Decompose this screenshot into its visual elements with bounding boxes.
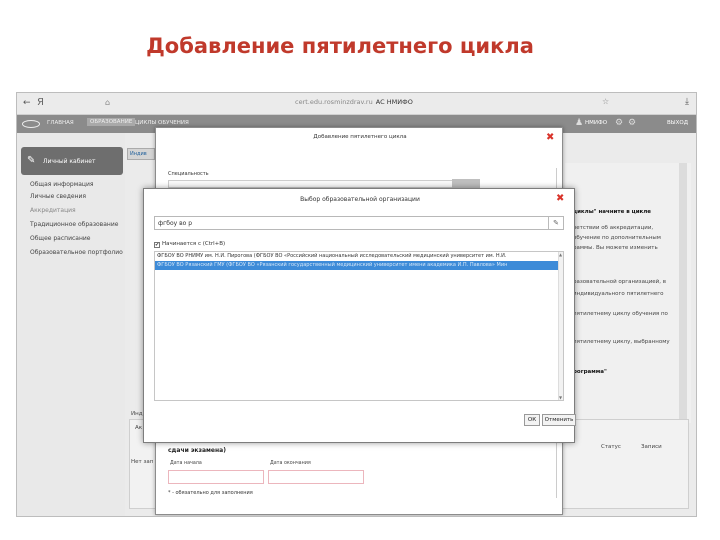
nav-item-main[interactable]: ГЛАВНАЯ (47, 120, 74, 126)
screenshot-frame: ← Я ⌂ cert.edu.rosminzdrav.ru АС НМИФО ☆ … (16, 92, 697, 517)
select-organization-dialog-title: Выбор образовательной организации (300, 196, 420, 203)
sidebar-header-label: Личный кабинет (43, 158, 96, 165)
info-line: раммы. Вы можете изменить (573, 245, 658, 251)
starts-with-label: Начинается с (Ctrl+B) (162, 241, 226, 247)
list-item-selected[interactable]: ФГБОУ ВО Рязанский ГМУ (ФГБОУ ВО «Рязанс… (155, 261, 563, 270)
help-icon[interactable]: ⚙ (628, 118, 636, 128)
info-line: индивидуального пятилетнего (573, 291, 664, 297)
info-line: пятилетнему циклу, выбранному (573, 339, 670, 345)
close-icon[interactable]: ✖ (556, 193, 564, 204)
organization-search-input[interactable] (154, 216, 564, 230)
date-end-field[interactable] (268, 470, 364, 484)
select-organization-dialog: Выбор образовательной организации ✖ ✎ ✔Н… (143, 188, 576, 443)
scroll-down-icon[interactable]: ▼ (559, 395, 562, 400)
bookmark-icon[interactable]: ☆ (602, 97, 609, 106)
back-arrow-icon[interactable]: ← (23, 98, 31, 108)
info-line: циклы" начните в цикле (573, 209, 652, 215)
sidebar (17, 133, 125, 516)
checkbox-checked-icon: ✔ (154, 242, 160, 248)
download-icon[interactable]: ⤓ (685, 97, 689, 107)
grid-column-status: Статус (601, 444, 621, 450)
grid-label: Ак (135, 425, 143, 431)
address-title: АС НМИФО (375, 98, 413, 106)
sidebar-header[interactable]: ✎ Личный кабинет (21, 147, 123, 175)
edit-icon[interactable]: ✎ (548, 217, 563, 229)
cancel-button[interactable]: Отменить (542, 414, 576, 426)
list-scrollbar[interactable]: ▲ ▼ (558, 252, 563, 400)
scroll-up-icon[interactable]: ▲ (559, 252, 562, 257)
date-start-field[interactable] (168, 470, 264, 484)
starts-with-checkbox[interactable]: ✔ Начинается с (Ctrl+B) (154, 241, 225, 248)
list-item[interactable]: ФГБОУ ВО РНИМУ им. Н.И. Пирогова (ФГБОУ … (155, 252, 563, 261)
cabinet-icon: ✎ (27, 155, 36, 166)
date-start-label: Дата начала (170, 461, 202, 466)
slide-title: Добавление пятилетнего цикла (146, 34, 534, 58)
sidebar-item-schedule[interactable]: Общее расписание (30, 235, 90, 242)
grid-column-records: Записи (641, 444, 662, 450)
home-icon[interactable]: ⌂ (105, 98, 110, 107)
organization-results-list: ФГБОУ ВО РНИМУ им. Н.И. Пирогова (ФГБОУ … (154, 251, 564, 401)
info-line: рограмма" (573, 369, 607, 375)
sidebar-item-personal[interactable]: Личные сведения (30, 193, 86, 200)
exam-heading: сдачи экзамена) (168, 447, 226, 454)
date-end-label: Дата окончания (270, 461, 311, 466)
info-line: разовательной организацией, в (573, 279, 666, 285)
close-icon[interactable]: ✖ (546, 132, 554, 143)
specialty-select[interactable] (168, 180, 466, 188)
nav-item-cycles[interactable]: ЦИКЛЫ ОБУЧЕНИЯ (135, 120, 189, 126)
grid-label: Инд (131, 411, 143, 417)
tab-individual[interactable]: Индив (127, 148, 155, 160)
browser-toolbar: ← Я ⌂ cert.edu.rosminzdrav.ru АС НМИФО ☆ … (17, 93, 696, 115)
nav-item-education[interactable]: ОБРАЗОВАНИЕ (87, 118, 136, 126)
grid-label: Нет зап (131, 459, 154, 465)
ok-button[interactable]: ОК (524, 414, 540, 426)
exit-link[interactable]: ВЫХОД (667, 120, 688, 126)
address-bar[interactable]: cert.edu.rosminzdrav.ru АС НМИФО (295, 98, 413, 106)
add-cycle-dialog-title: Добавление пятилетнего цикла (313, 134, 407, 140)
sidebar-item-portfolio[interactable]: Образовательное портфолио (30, 249, 123, 256)
info-line: обучение по дополнительным (573, 235, 661, 241)
specialty-dropdown-button[interactable] (452, 179, 480, 188)
info-line: ветствии об аккредитации, (573, 225, 654, 231)
sidebar-item-traditional[interactable]: Традиционное образование (30, 221, 118, 228)
user-icon: ♟ (575, 118, 584, 128)
sidebar-item-general[interactable]: Общая информация (30, 181, 94, 188)
sidebar-item-accreditation[interactable]: Аккредитация (30, 207, 76, 214)
required-note: * - обязательно для заполнения (168, 490, 253, 496)
nav-user-name[interactable]: НМИФО (585, 120, 607, 126)
address-url: cert.edu.rosminzdrav.ru (295, 98, 373, 106)
info-line: пятилетнему циклу обучения по (573, 311, 668, 317)
yandex-logo[interactable]: Я (37, 97, 44, 108)
app-logo[interactable] (22, 120, 40, 128)
settings-icon[interactable]: ⚙ (615, 118, 623, 128)
specialty-label: Специальность (168, 171, 209, 177)
